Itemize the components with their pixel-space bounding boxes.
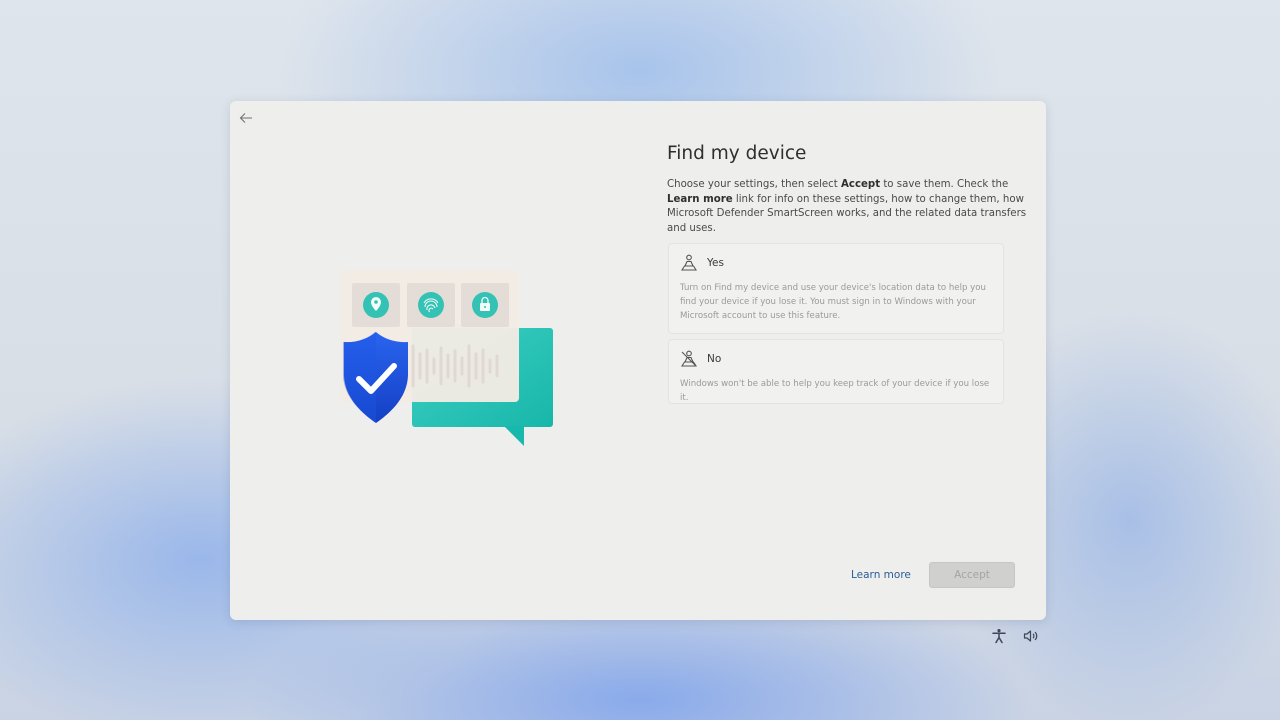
accept-button[interactable]: Accept [929, 562, 1015, 588]
accessibility-icon [992, 629, 1006, 644]
content-panel: Find my device Choose your settings, the… [667, 143, 1027, 236]
back-button[interactable] [236, 109, 256, 127]
option-no-header: No [680, 350, 992, 368]
option-yes-text: Turn on Find my device and use your devi… [680, 283, 986, 321]
lock-icon [472, 292, 498, 318]
page-title: Find my device [667, 143, 807, 164]
option-no[interactable]: No Windows won't be able to help you kee… [668, 339, 1004, 404]
person-location-icon [680, 254, 698, 272]
privacy-illustration [341, 270, 553, 446]
option-yes-label: Yes [707, 257, 724, 269]
option-no-text: Windows won't be able to help you keep t… [680, 379, 990, 403]
shield-check-icon [343, 332, 408, 423]
volume-button[interactable] [1023, 628, 1039, 644]
fingerprint-icon [418, 292, 444, 318]
location-icon [363, 292, 389, 318]
back-arrow-icon [239, 113, 252, 123]
learn-more-link[interactable]: Learn more [851, 569, 911, 581]
option-no-label: No [707, 353, 722, 365]
accessibility-button[interactable] [991, 628, 1007, 644]
option-yes[interactable]: Yes Turn on Find my device and use your … [668, 243, 1004, 334]
setup-window: Find my device Choose your settings, the… [230, 101, 1046, 620]
volume-icon [1023, 630, 1038, 642]
person-location-off-icon [680, 350, 698, 368]
page-description: Choose your settings, then select Accept… [667, 179, 1027, 234]
option-yes-header: Yes [680, 254, 992, 272]
